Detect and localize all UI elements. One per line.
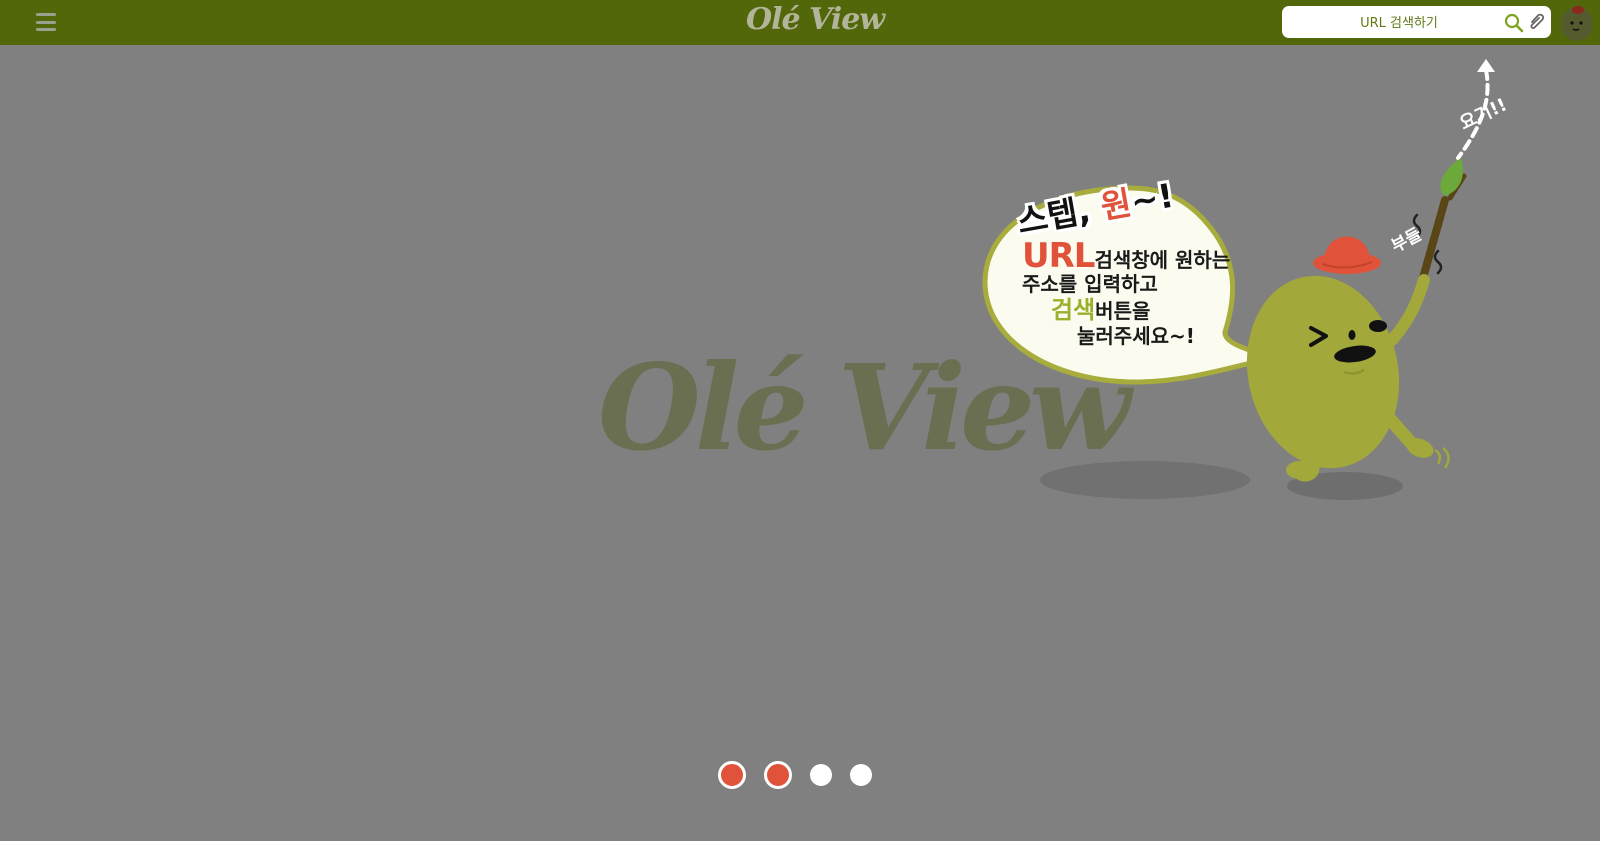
url-search-input[interactable]: [1290, 6, 1508, 40]
search-icon[interactable]: [1504, 13, 1524, 33]
pagination-dot-4[interactable]: [850, 764, 872, 786]
paperclip-icon[interactable]: [1526, 12, 1546, 32]
tutorial-pagination: [718, 761, 872, 789]
instruction-line-4: 눌러주세요~!: [1077, 324, 1195, 348]
url-search-box: [1282, 6, 1551, 40]
pagination-dot-2[interactable]: [764, 761, 792, 789]
brand-logo[interactable]: Olé View: [746, 2, 885, 37]
pagination-dot-1[interactable]: [718, 761, 746, 789]
menu-icon-bar: [36, 20, 56, 24]
menu-icon[interactable]: [36, 13, 56, 31]
tutorial-overlay: 스텝, 원~! URL검색창에 원하는 주소를 입력하고 검색버튼을 눌러주세요…: [980, 50, 1510, 510]
pagination-dot-3[interactable]: [810, 764, 832, 786]
top-bar: Olé View: [0, 0, 1600, 45]
olive-avatar-icon[interactable]: [1558, 3, 1596, 41]
title-suffix: ~!: [1127, 175, 1177, 222]
menu-icon-bar: [36, 28, 56, 31]
menu-icon-bar: [36, 13, 56, 16]
